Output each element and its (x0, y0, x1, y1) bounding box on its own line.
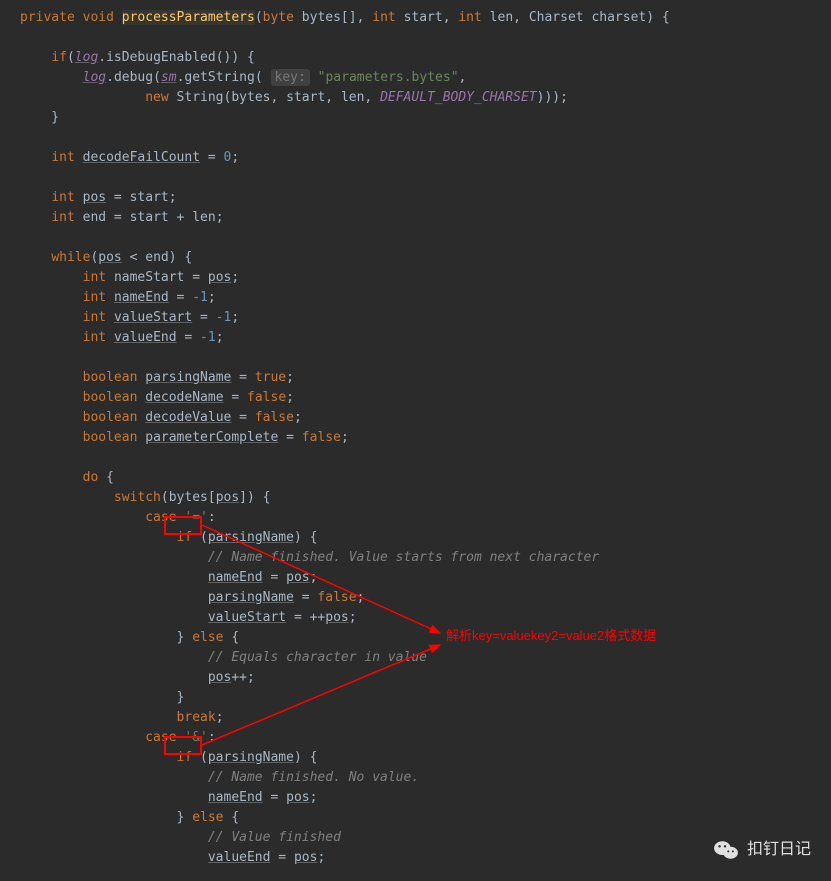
code-line: } else { (20, 808, 831, 828)
code-line: case '&': (20, 728, 831, 748)
code-line: int nameStart = pos; (20, 268, 831, 288)
code-line: switch(bytes[pos]) { (20, 488, 831, 508)
code-line: int nameEnd = -1; (20, 288, 831, 308)
code-line: boolean decodeValue = false; (20, 408, 831, 428)
code-line: // Name finished. Value starts from next… (20, 548, 831, 568)
code-line: valueEnd = pos; (20, 848, 831, 868)
code-line: int valueStart = -1; (20, 308, 831, 328)
code-line: } (20, 108, 831, 128)
code-line: // Name finished. No value. (20, 768, 831, 788)
code-line (20, 348, 831, 368)
code-line: boolean parameterComplete = false; (20, 428, 831, 448)
code-line: int pos = start; (20, 188, 831, 208)
code-line: private void processParameters(byte byte… (20, 8, 831, 28)
code-line: boolean decodeName = false; (20, 388, 831, 408)
code-line: while(pos < end) { (20, 248, 831, 268)
code-line: if(log.isDebugEnabled()) { (20, 48, 831, 68)
code-line: int valueEnd = -1; (20, 328, 831, 348)
code-line (20, 168, 831, 188)
code-line: nameEnd = pos; (20, 568, 831, 588)
code-line (20, 28, 831, 48)
code-line: boolean parsingName = true; (20, 368, 831, 388)
code-line: break; (20, 708, 831, 728)
code-line: do { (20, 468, 831, 488)
code-line: if (parsingName) { (20, 528, 831, 548)
code-line: pos++; (20, 668, 831, 688)
code-line: valueStart = ++pos; (20, 608, 831, 628)
watermark: 扣钉日记 (713, 839, 811, 861)
code-line: parsingName = false; (20, 588, 831, 608)
code-line: // Value finished (20, 828, 831, 848)
code-line: if (parsingName) { (20, 748, 831, 768)
code-line (20, 228, 831, 248)
code-line: int end = start + len; (20, 208, 831, 228)
code-line: // Equals character in value (20, 648, 831, 668)
code-line: new String(bytes, start, len, DEFAULT_BO… (20, 88, 831, 108)
code-line: nameEnd = pos; (20, 788, 831, 808)
annotation-text: 解析key=valuekey2=value2格式数据 (446, 626, 656, 646)
code-line (20, 448, 831, 468)
code-line: int decodeFailCount = 0; (20, 148, 831, 168)
code-line: } else { (20, 628, 831, 648)
code-line: case '=': (20, 508, 831, 528)
code-line (20, 128, 831, 148)
wechat-icon (713, 839, 739, 861)
code-line: } (20, 688, 831, 708)
code-line: log.debug(sm.getString( key: "parameters… (20, 68, 831, 88)
watermark-text: 扣钉日记 (747, 840, 811, 860)
